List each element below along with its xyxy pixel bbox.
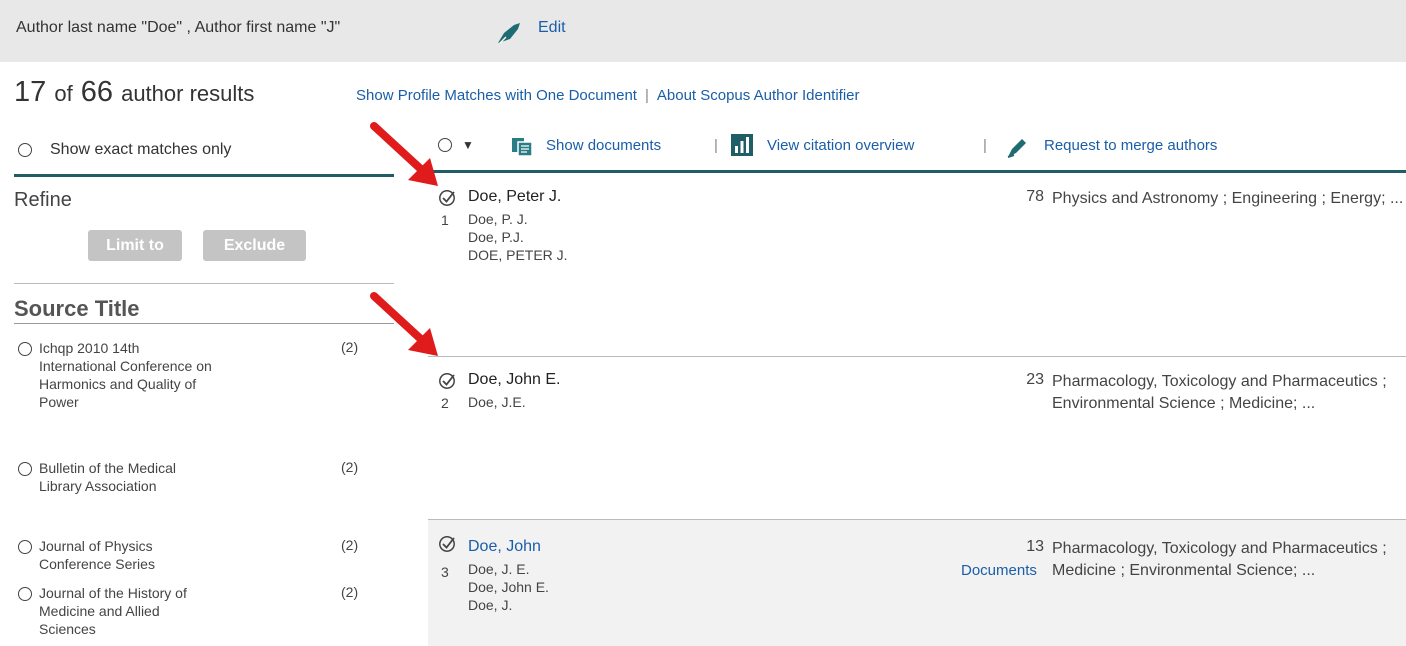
checkbox-checked-icon[interactable] [438, 372, 456, 390]
results-toolbar: ▼ Show documents | View citation overvie… [428, 128, 1406, 168]
exact-matches-label: Show exact matches only [50, 141, 232, 158]
documents-icon[interactable] [510, 136, 534, 158]
search-query-text: Author last name "Doe" , Author first na… [16, 19, 341, 36]
results-shown: 17 [14, 76, 47, 108]
citation-chart-icon[interactable] [730, 133, 754, 157]
subject-areas: Pharmacology, Toxicology and Pharmaceuti… [1052, 540, 1387, 579]
result-number: 3 [441, 564, 449, 580]
subject-areas: Pharmacology, Toxicology and Pharmaceuti… [1052, 373, 1387, 412]
source-filter-name: Ichqp 2010 14th International Conference… [39, 340, 212, 410]
results-of-label: of [54, 81, 73, 106]
name-variant: Doe, J.E. [468, 394, 526, 410]
request-merge-link[interactable]: Request to merge authors [1044, 137, 1217, 154]
name-variant: Doe, P.J. [468, 229, 524, 245]
results-count: 17 of 66 author results [14, 76, 254, 109]
author-result-row: Doe, John E. 2 Doe, J.E. 23 Pharmacology… [428, 357, 1406, 519]
name-variants: Doe, J.E. [468, 393, 526, 411]
author-name[interactable]: Doe, Peter J. [468, 188, 561, 206]
name-variant: Doe, J. [468, 597, 513, 613]
refine-divider [14, 283, 394, 284]
author-name[interactable]: Doe, John E. [468, 371, 561, 389]
name-variants: Doe, J. E. Doe, John E. Doe, J. [468, 560, 549, 614]
annotation-arrow-icon [370, 292, 438, 356]
source-filter-name: Bulletin of the Medical Library Associat… [39, 460, 176, 494]
source-title-underline [14, 323, 394, 324]
source-filter-count: (2) [341, 537, 359, 553]
document-count: 13 [1026, 538, 1044, 555]
source-filter-name: Journal of the History of Medicine and A… [39, 585, 187, 637]
result-number: 1 [441, 212, 449, 228]
source-filter-radio[interactable] [18, 587, 32, 601]
name-variant: Doe, P. J. [468, 211, 528, 227]
source-title-heading: Source Title [14, 296, 140, 321]
source-filter-name: Journal of Physics Conference Series [39, 538, 155, 572]
name-variants: Doe, P. J. Doe, P.J. DOE, PETER J. [468, 210, 568, 264]
exact-matches-radio[interactable] [18, 143, 32, 157]
annotation-arrow-icon [370, 122, 438, 186]
link-separator: | [644, 87, 649, 104]
results-total: 66 [80, 76, 114, 108]
result-number: 2 [441, 395, 449, 411]
documents-link[interactable]: Documents [961, 562, 1037, 579]
toolbar-divider [428, 170, 1406, 173]
author-result-row: Doe, Peter J. 1 Doe, P. J. Doe, P.J. DOE… [428, 174, 1406, 356]
edit-search-link[interactable]: Edit [538, 19, 566, 37]
subject-areas: Physics and Astronomy ; Engineering ; En… [1052, 190, 1404, 207]
about-author-identifier-link[interactable]: About Scopus Author Identifier [657, 87, 860, 104]
refine-heading: Refine [14, 189, 72, 211]
top-links: Show Profile Matches with One Document | A… [356, 87, 860, 104]
limit-to-button[interactable]: Limit to [88, 230, 182, 261]
name-variant: Doe, John E. [468, 579, 549, 595]
show-one-document-matches-link[interactable]: Show Profile Matches with One Document [356, 87, 637, 104]
source-filter-radio[interactable] [18, 462, 32, 476]
toolbar-separator: | [714, 137, 718, 154]
left-panel-divider [14, 174, 394, 177]
exact-matches-option[interactable]: Show exact matches only [14, 136, 394, 174]
show-documents-link[interactable]: Show documents [546, 137, 661, 154]
results-label: author results [121, 81, 255, 106]
source-filter-count: (2) [341, 339, 359, 355]
source-filter-radio[interactable] [18, 540, 32, 554]
source-filter-count: (2) [341, 584, 359, 600]
source-filter-count: (2) [341, 459, 359, 475]
search-criteria-bar: Author last name "Doe" , Author first na… [0, 0, 1406, 62]
merge-authors-icon[interactable] [1005, 136, 1029, 160]
view-citation-overview-link[interactable]: View citation overview [767, 137, 914, 154]
toolbar-separator: | [983, 137, 987, 154]
author-result-row: Doe, John 3 Doe, J. E. Doe, John E. Doe,… [428, 520, 1406, 646]
author-name-link[interactable]: Doe, John [468, 538, 541, 556]
name-variant: DOE, PETER J. [468, 247, 568, 263]
edit-pen-icon[interactable] [496, 21, 524, 45]
select-menu-caret-icon[interactable]: ▼ [462, 138, 474, 152]
document-count: 23 [1026, 371, 1044, 388]
checkbox-checked-icon[interactable] [438, 535, 456, 553]
name-variant: Doe, J. E. [468, 561, 530, 577]
exclude-button[interactable]: Exclude [203, 230, 306, 261]
source-filter-radio[interactable] [18, 342, 32, 356]
document-count: 78 [1026, 188, 1044, 205]
